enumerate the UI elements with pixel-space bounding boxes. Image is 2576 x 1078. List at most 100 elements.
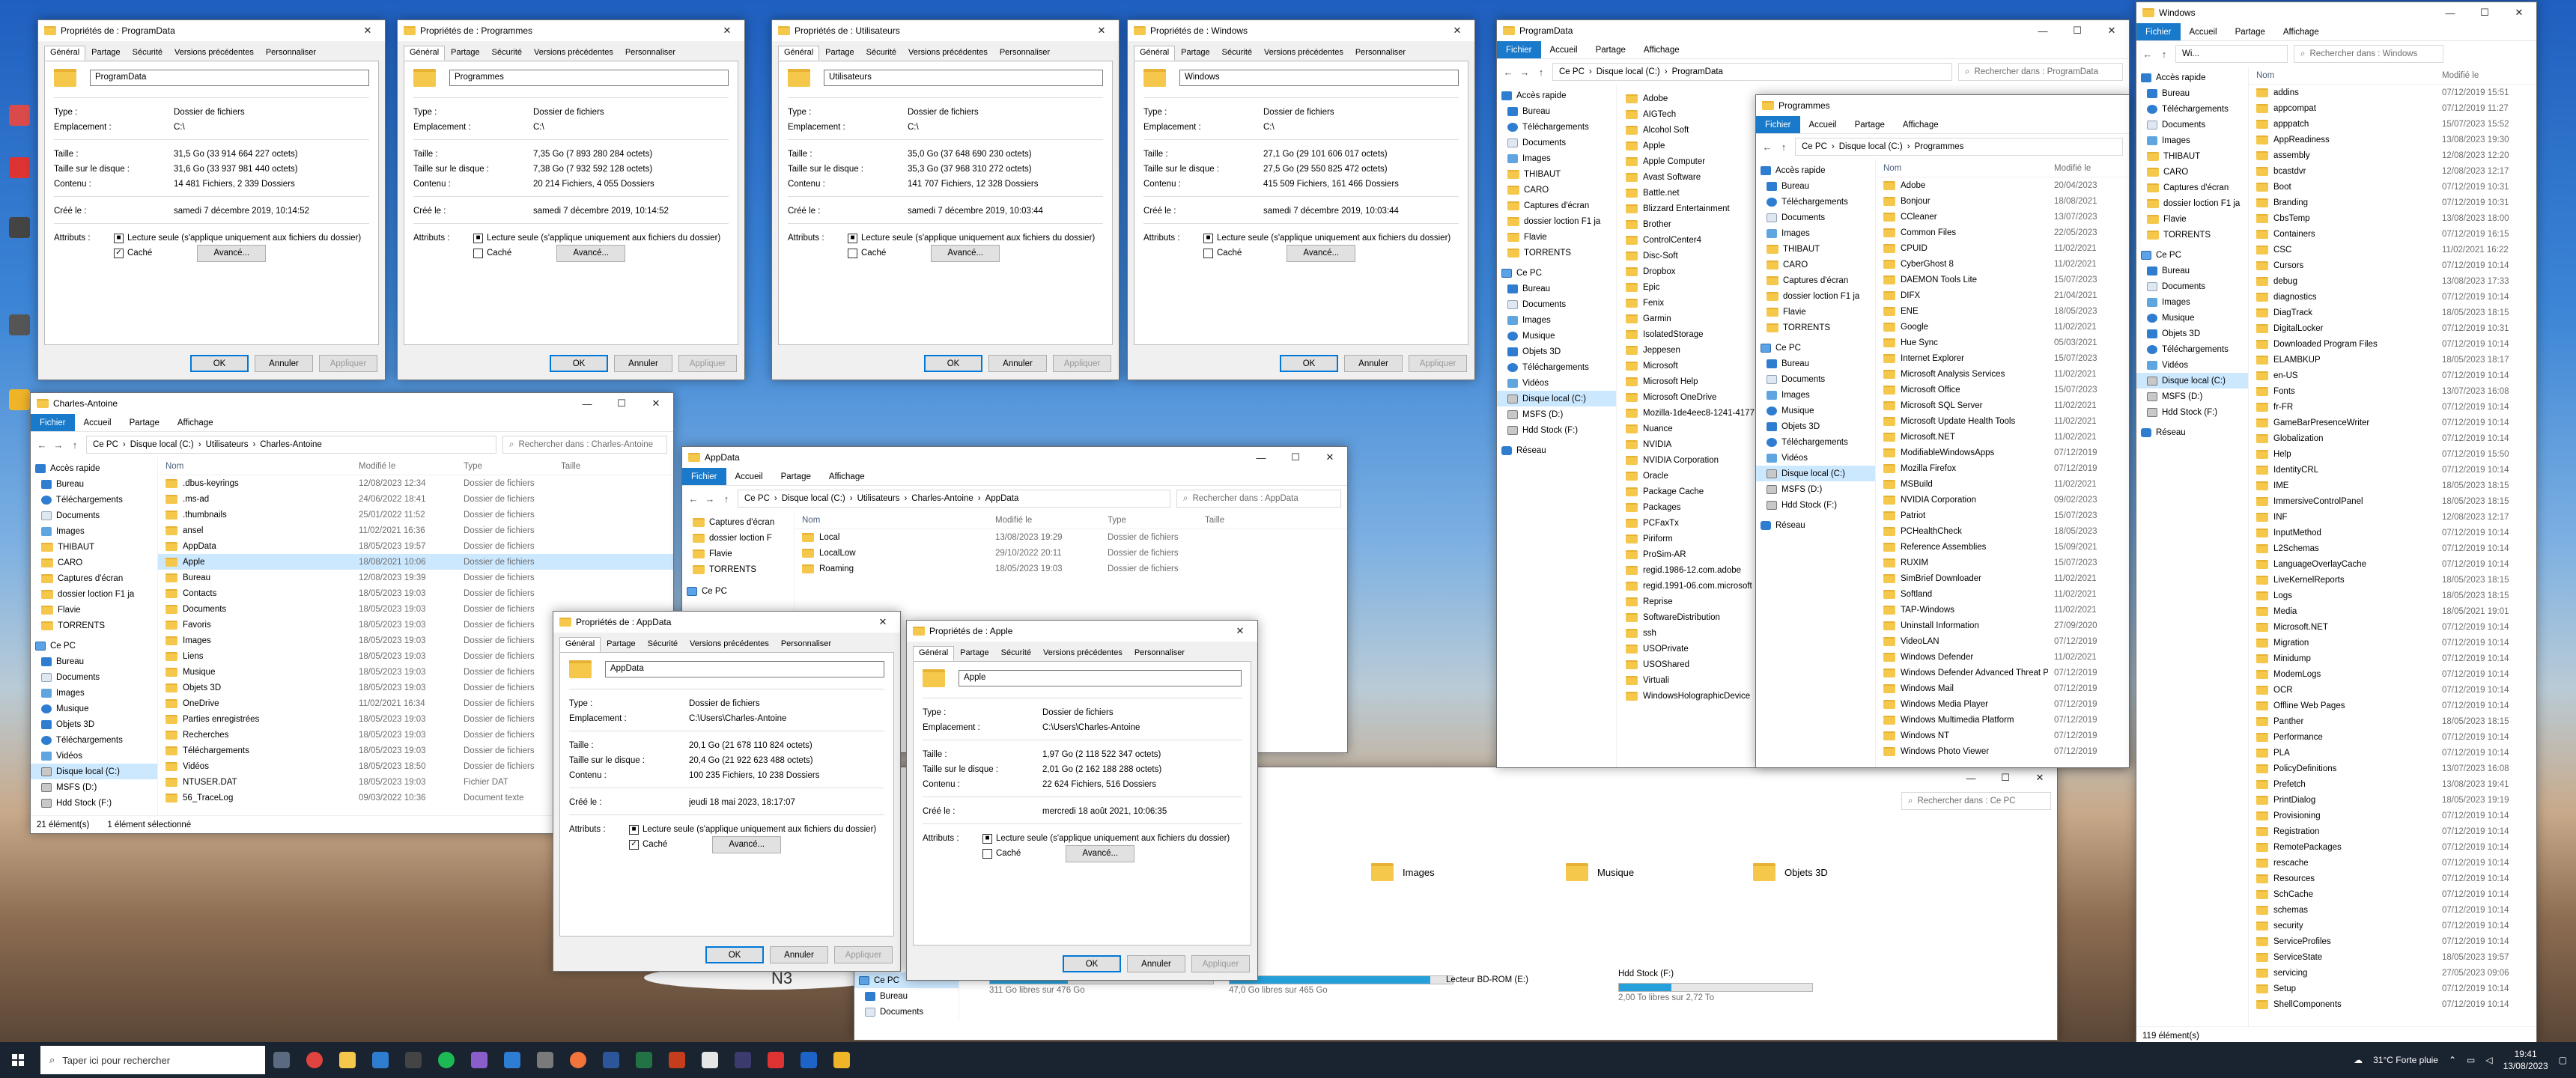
- mail-icon[interactable]: [364, 1042, 397, 1078]
- ribbon-view[interactable]: Affichage: [1635, 41, 1689, 58]
- breadcrumb[interactable]: Wi...: [2175, 45, 2288, 63]
- table-row[interactable]: Reference Assemblies 15/09/2021: [1876, 539, 2129, 555]
- nav-item[interactable]: CARO: [31, 555, 157, 570]
- readonly-checkbox[interactable]: ■: [473, 233, 483, 243]
- ribbon-share[interactable]: Partage: [121, 414, 168, 431]
- tab-security[interactable]: Sécurité: [995, 646, 1037, 661]
- tray-arrow-icon[interactable]: ⌃: [2449, 1055, 2456, 1065]
- app-icon[interactable]: [496, 1042, 529, 1078]
- tab-customize[interactable]: Personnaliser: [619, 46, 681, 61]
- table-row[interactable]: Patriot 15/07/2023: [1876, 508, 2129, 523]
- nav-item[interactable]: Hdd Stock (F:): [31, 795, 157, 811]
- nav-item[interactable]: Musique: [31, 701, 157, 716]
- maximize-icon[interactable]: ☐: [2467, 2, 2502, 23]
- nav-item[interactable]: Bureau: [31, 654, 157, 669]
- ok-button[interactable]: OK: [1063, 955, 1121, 972]
- up-icon[interactable]: ↑: [70, 439, 80, 451]
- table-row[interactable]: Microsoft SQL Server 11/02/2021: [1876, 398, 2129, 413]
- maximize-icon[interactable]: ☐: [1278, 447, 1313, 468]
- table-row[interactable]: assembly 12/08/2023 12:20: [2249, 147, 2536, 163]
- drive-f[interactable]: Hdd Stock (F:) 2,00 To libres sur 2,72 To: [1618, 969, 1813, 1002]
- forward-icon[interactable]: →: [1519, 67, 1530, 78]
- apply-button[interactable]: Appliquer: [1191, 955, 1250, 972]
- tab-versions[interactable]: Versions précédentes: [1258, 46, 1349, 61]
- tab-sharing[interactable]: Partage: [1175, 46, 1216, 61]
- column-date[interactable]: Modifié le: [353, 462, 458, 471]
- ribbon-view[interactable]: Affichage: [1894, 116, 1948, 133]
- nav-item[interactable]: dossier loction F1 ja: [2136, 195, 2248, 211]
- nav-item[interactable]: Flavie: [1497, 229, 1616, 245]
- table-row[interactable]: PolicyDefinitions 13/07/2023 16:08: [2249, 761, 2536, 776]
- nav-this-pc[interactable]: Ce PC: [682, 583, 794, 599]
- nav-item[interactable]: Téléchargements: [2136, 341, 2248, 357]
- nav-item[interactable]: Images: [31, 523, 157, 539]
- nav-item[interactable]: CARO: [1497, 182, 1616, 198]
- table-row[interactable]: Roaming 18/05/2023 19:03 Dossier de fichie…: [795, 561, 1347, 576]
- table-row[interactable]: LanguageOverlayCache 07/12/2019 10:14: [2249, 556, 2536, 572]
- nav-item[interactable]: Téléchargements: [31, 492, 157, 508]
- nav-item[interactable]: Flavie: [31, 602, 157, 618]
- tab-general[interactable]: Général: [404, 46, 446, 61]
- table-row[interactable]: debug 13/08/2023 17:33: [2249, 273, 2536, 289]
- table-row[interactable]: ModifiableWindowsApps 07/12/2019: [1876, 445, 2129, 460]
- store-icon[interactable]: [397, 1042, 430, 1078]
- forward-icon[interactable]: →: [53, 439, 64, 451]
- start-button[interactable]: [0, 1042, 36, 1078]
- nav-item[interactable]: THIBAUT: [1497, 166, 1616, 182]
- table-row[interactable]: diagnostics 07/12/2019 10:14: [2249, 289, 2536, 305]
- nav-item[interactable]: THIBAUT: [2136, 148, 2248, 164]
- minimize-icon[interactable]: —: [1954, 767, 1988, 788]
- table-row[interactable]: Bonjour 18/08/2021: [1876, 193, 2129, 209]
- app-icon[interactable]: [463, 1042, 496, 1078]
- tab-general[interactable]: Général: [559, 637, 601, 652]
- advanced-button[interactable]: Avancé...: [197, 244, 267, 262]
- nav-item[interactable]: Disque local (C:): [1756, 466, 1875, 481]
- folder-name-field[interactable]: Windows: [1179, 70, 1459, 86]
- table-row[interactable]: AppData 18/05/2023 19:57 Dossier de fichie…: [158, 538, 673, 554]
- table-row[interactable]: Boot 07/12/2019 10:31: [2249, 179, 2536, 195]
- maximize-icon[interactable]: ☐: [1988, 767, 2023, 788]
- ok-button[interactable]: OK: [1280, 355, 1338, 372]
- nav-item[interactable]: CARO: [1756, 257, 1875, 272]
- table-row[interactable]: .dbus-keyrings 12/08/2023 12:34 Dossier de…: [158, 475, 673, 491]
- table-row[interactable]: Bureau 12/08/2023 19:39 Dossier de fichier…: [158, 570, 673, 585]
- nav-item[interactable]: MSFS (D:): [1756, 481, 1875, 497]
- excel-icon[interactable]: [628, 1042, 660, 1078]
- ribbon-file[interactable]: Fichier: [31, 414, 75, 431]
- close-icon[interactable]: ✕: [1084, 20, 1119, 41]
- ribbon-view[interactable]: Affichage: [820, 468, 874, 485]
- nav-item[interactable]: Images: [31, 685, 157, 701]
- nav-item[interactable]: MSFS (D:): [2136, 389, 2248, 404]
- nav-item[interactable]: TORRENTS: [1497, 245, 1616, 261]
- nav-item[interactable]: Objets 3D: [2136, 326, 2248, 341]
- table-row[interactable]: Resources 07/12/2019 10:14: [2249, 871, 2536, 886]
- nav-item[interactable]: Documents: [1756, 210, 1875, 225]
- table-row[interactable]: ImmersiveControlPanel 18/05/2023 18:15: [2249, 493, 2536, 509]
- table-row[interactable]: Fonts 13/07/2023 16:08: [2249, 383, 2536, 399]
- search-input[interactable]: ⌕ Rechercher dans : Charles-Antoine: [502, 436, 667, 454]
- nav-item[interactable]: Bureau: [2136, 85, 2248, 101]
- ribbon-view[interactable]: Affichage: [168, 414, 222, 431]
- nav-item[interactable]: Documents: [2136, 117, 2248, 133]
- tab-general[interactable]: Général: [913, 646, 955, 661]
- breadcrumb[interactable]: Ce PC › Disque local (C:) › Programmes: [1795, 138, 2123, 156]
- ribbon-share[interactable]: Partage: [1846, 116, 1894, 133]
- apply-button[interactable]: Appliquer: [1409, 355, 1467, 372]
- nav-item[interactable]: TORRENTS: [1756, 320, 1875, 335]
- advanced-button[interactable]: Avancé...: [1287, 244, 1356, 262]
- close-icon[interactable]: ✕: [639, 393, 673, 414]
- apply-button[interactable]: Appliquer: [1053, 355, 1111, 372]
- ok-button[interactable]: OK: [550, 355, 608, 372]
- tab-customize[interactable]: Personnaliser: [775, 637, 837, 652]
- nav-item[interactable]: Hdd Stock (F:): [1756, 497, 1875, 513]
- table-row[interactable]: Contacts 18/05/2023 19:03 Dossier de fichi…: [158, 585, 673, 601]
- readonly-checkbox[interactable]: ■: [982, 833, 992, 844]
- table-row[interactable]: LocalLow 29/10/2022 20:11 Dossier de fichi…: [795, 545, 1347, 561]
- nav-item[interactable]: Flavie: [2136, 211, 2248, 227]
- search-input[interactable]: ⌕ Rechercher dans : ProgramData: [1958, 63, 2123, 81]
- desktop-icon[interactable]: [9, 157, 30, 178]
- table-row[interactable]: Panther 18/05/2023 18:15: [2249, 713, 2536, 729]
- nav-item[interactable]: Téléchargements: [1497, 119, 1616, 135]
- folder-name-field[interactable]: Utilisateurs: [824, 70, 1103, 86]
- table-row[interactable]: CbsTemp 13/08/2023 18:00: [2249, 210, 2536, 226]
